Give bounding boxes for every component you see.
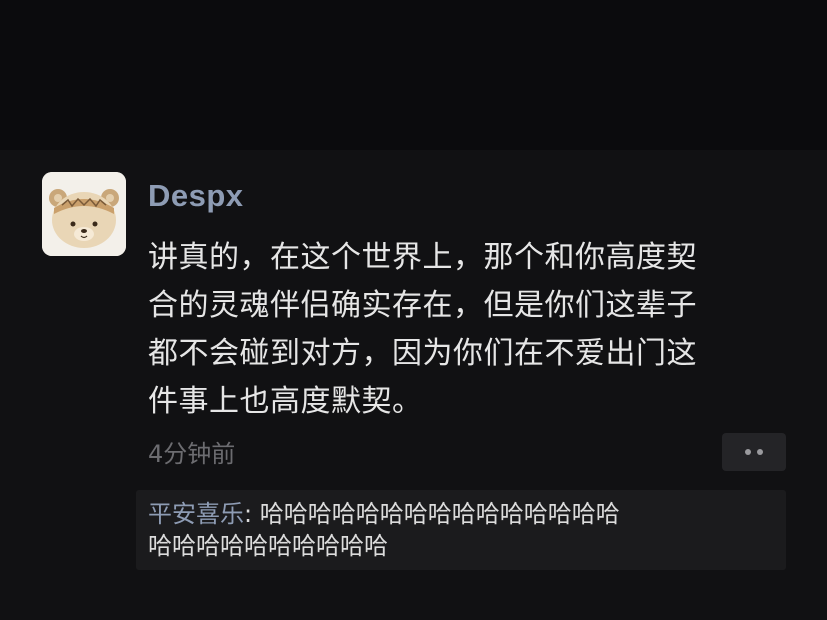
bear-avatar-icon xyxy=(42,172,126,256)
comments-section: 平安喜乐: 哈哈哈哈哈哈哈哈哈哈哈哈哈哈哈 哈哈哈哈哈哈哈哈哈哈 xyxy=(136,490,786,570)
avatar[interactable] xyxy=(42,172,126,256)
post-content-line: 件事上也高度默契。 xyxy=(148,384,423,419)
post-author-name[interactable]: Despx xyxy=(148,176,244,216)
comment-item[interactable]: 平安喜乐: 哈哈哈哈哈哈哈哈哈哈哈哈哈哈哈 哈哈哈哈哈哈哈哈哈哈 xyxy=(148,498,748,562)
more-dots-icon xyxy=(745,449,751,455)
post-content-line: 合的灵魂伴侣确实存在，但是你们这辈子 xyxy=(148,288,697,323)
comment-text: 哈哈哈哈哈哈哈哈哈哈哈哈哈哈哈 xyxy=(259,500,620,528)
comment-text: 哈哈哈哈哈哈哈哈哈哈 xyxy=(148,532,388,560)
comment-author[interactable]: 平安喜乐 xyxy=(148,500,244,528)
comment-separator: : xyxy=(244,500,260,528)
post-content-line: 讲真的，在这个世界上，那个和你高度契 xyxy=(148,240,697,275)
post-timestamp: 4分钟前 xyxy=(148,440,236,468)
post-content: 讲真的，在这个世界上，那个和你高度契 合的灵魂伴侣确实存在，但是你们这辈子 都不… xyxy=(148,234,778,426)
more-actions-button[interactable] xyxy=(722,433,786,471)
top-blank-area xyxy=(0,0,827,150)
more-dots-icon xyxy=(757,449,763,455)
comment-line: 平安喜乐: 哈哈哈哈哈哈哈哈哈哈哈哈哈哈哈 xyxy=(148,498,748,530)
post-content-line: 都不会碰到对方，因为你们在不爱出门这 xyxy=(148,336,697,371)
